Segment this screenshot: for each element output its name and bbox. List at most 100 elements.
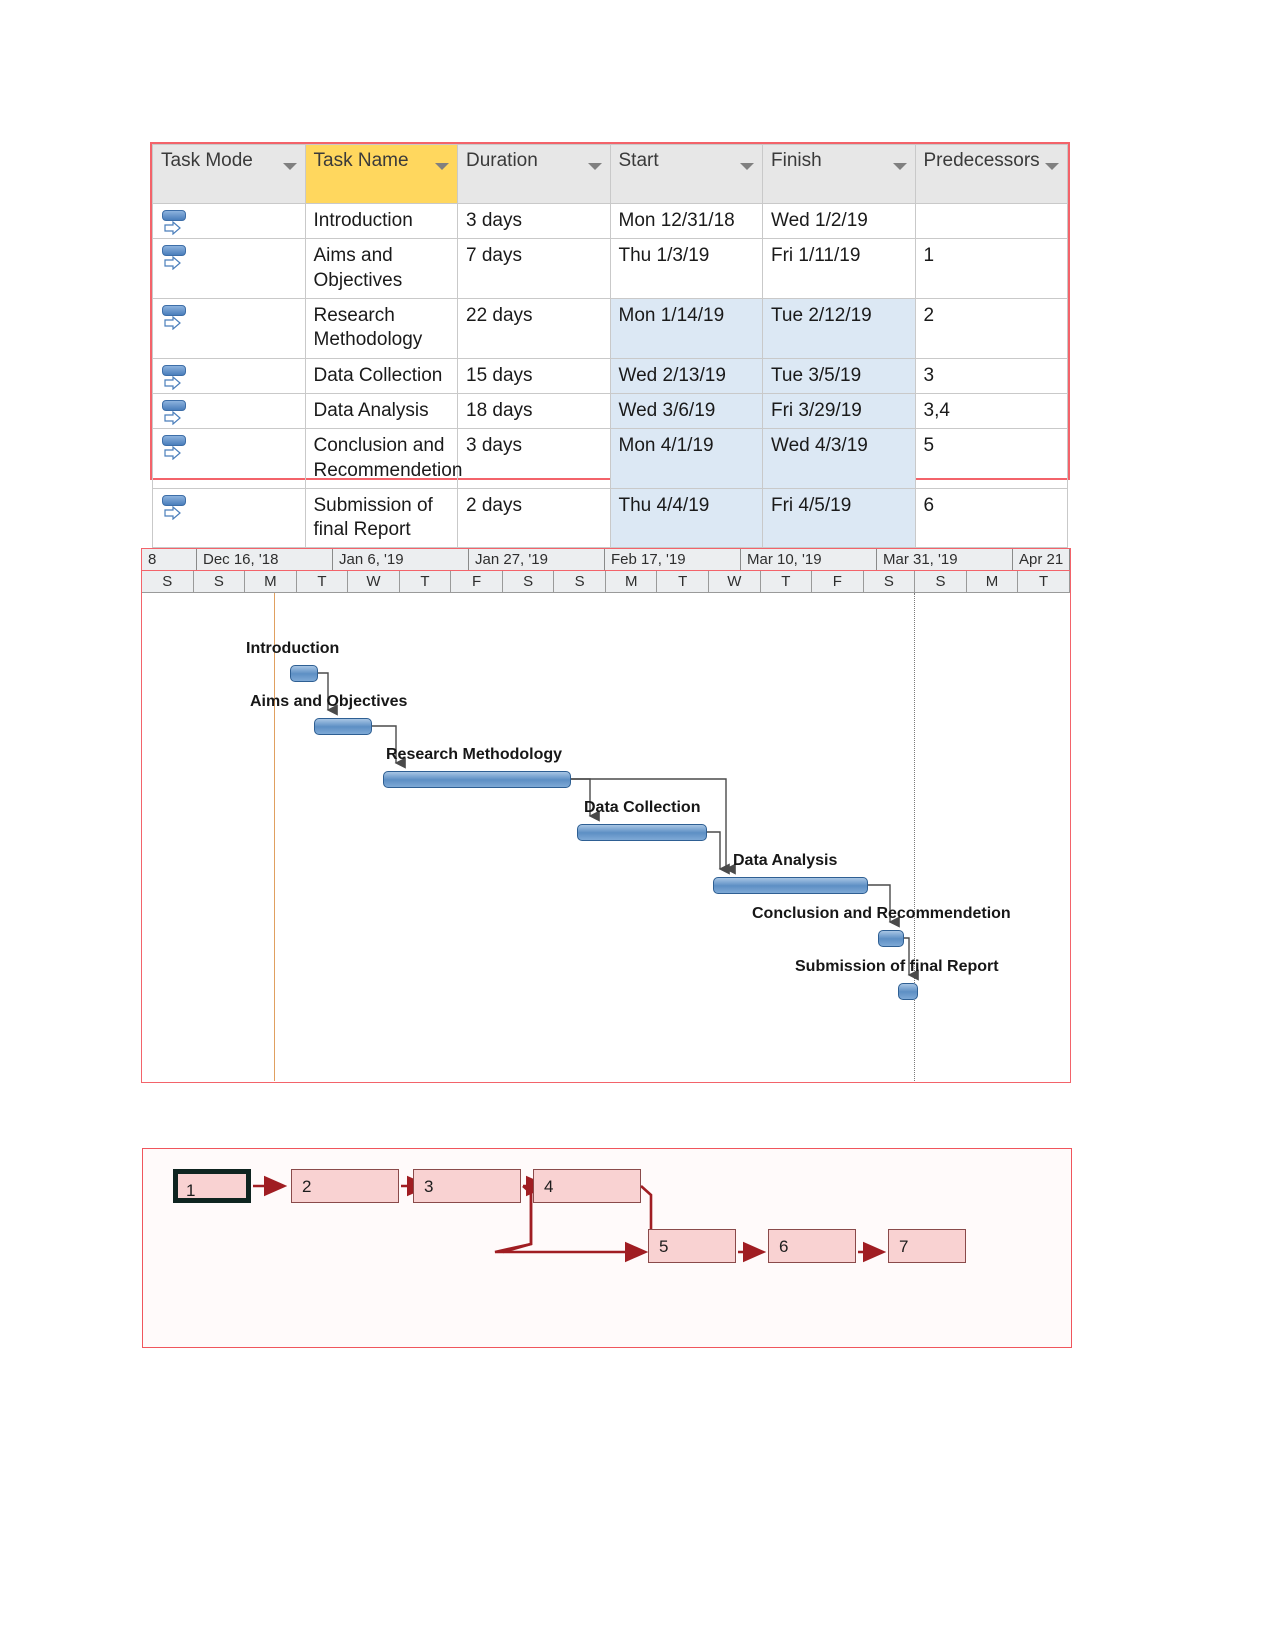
cell-duration[interactable]: 2 days bbox=[457, 487, 611, 549]
cell-task-mode[interactable] bbox=[152, 238, 306, 299]
table-row[interactable]: Data Collection 15 days Wed 2/13/19 Tue 3/5… bbox=[152, 357, 1068, 394]
gantt-bar[interactable] bbox=[713, 877, 868, 894]
cell-finish[interactable]: Fri 3/29/19 bbox=[762, 392, 916, 430]
table-row[interactable]: Submission of final Report 2 days Thu 4/4/… bbox=[152, 487, 1068, 549]
table-row[interactable]: Research Methodology 22 days Mon 1/14/19 Tu… bbox=[152, 297, 1068, 359]
cell-start[interactable]: Mon 1/14/19 bbox=[609, 297, 763, 359]
chevron-down-icon[interactable] bbox=[740, 163, 754, 170]
cell-task-name[interactable]: Submission of final Report bbox=[304, 487, 458, 549]
cell-task-mode[interactable] bbox=[152, 487, 306, 549]
network-node[interactable]: 3 bbox=[413, 1169, 521, 1203]
cell-predecessors[interactable]: 2 bbox=[914, 297, 1068, 359]
cell-predecessors[interactable]: 3 bbox=[914, 357, 1068, 394]
gantt-bar[interactable] bbox=[314, 718, 372, 735]
cell-task-mode[interactable] bbox=[152, 297, 306, 359]
column-header-label: Duration bbox=[466, 150, 538, 171]
gantt-bar[interactable] bbox=[383, 771, 571, 788]
timeline-major-row: 8 Dec 16, '18 Jan 6, '19 Jan 27, '19 Feb 17,… bbox=[142, 549, 1070, 571]
cell-start[interactable]: Wed 2/13/19 bbox=[609, 357, 763, 394]
cell-duration[interactable]: 15 days bbox=[457, 357, 611, 394]
cell-finish[interactable]: Wed 1/2/19 bbox=[762, 202, 916, 240]
timeline-major-cell: Dec 16, '18 bbox=[197, 549, 333, 570]
cell-task-name[interactable]: Data Analysis bbox=[304, 392, 458, 430]
chevron-down-icon[interactable] bbox=[1045, 163, 1059, 170]
network-node[interactable]: 6 bbox=[768, 1229, 856, 1263]
timeline-minor-cell: M bbox=[966, 571, 1019, 592]
column-header-label: Start bbox=[618, 150, 659, 171]
timeline-minor-cell: T bbox=[760, 571, 813, 592]
cell-finish[interactable]: Tue 2/12/19 bbox=[762, 297, 916, 359]
cell-duration[interactable]: 3 days bbox=[457, 202, 611, 240]
network-node[interactable]: 2 bbox=[291, 1169, 399, 1203]
task-table-body: Introduction 3 days Mon 12/31/18 Wed 1/2/19… bbox=[152, 202, 1068, 549]
cell-predecessors[interactable]: 6 bbox=[914, 487, 1068, 549]
table-row[interactable]: Data Analysis 18 days Wed 3/6/19 Fri 3/29/1… bbox=[152, 392, 1068, 430]
network-node[interactable]: 5 bbox=[648, 1229, 736, 1263]
gantt-bar[interactable] bbox=[290, 665, 318, 682]
gantt-bar-label: Conclusion and Recommendetion bbox=[752, 905, 1011, 922]
chevron-down-icon[interactable] bbox=[282, 163, 297, 170]
gantt-bar[interactable] bbox=[898, 983, 918, 1000]
column-header-task-name[interactable]: Task Name bbox=[304, 144, 458, 204]
timeline-major-cell: Jan 6, '19 bbox=[333, 549, 469, 570]
column-header-finish[interactable]: Finish bbox=[762, 144, 916, 204]
cell-finish[interactable]: Fri 1/11/19 bbox=[762, 238, 916, 299]
cell-finish[interactable]: Fri 4/5/19 bbox=[762, 487, 916, 549]
timeline-minor-cell: F bbox=[451, 571, 503, 592]
cell-task-name[interactable]: Aims and Objectives bbox=[304, 238, 458, 299]
network-node[interactable]: 1 bbox=[173, 1169, 251, 1203]
cell-predecessors[interactable] bbox=[914, 202, 1068, 240]
column-header-predecessors[interactable]: Predecessors bbox=[914, 144, 1068, 204]
gantt-bar-label: Research Methodology bbox=[386, 746, 563, 763]
cell-task-name[interactable]: Data Collection bbox=[304, 357, 458, 394]
cell-finish[interactable]: Wed 4/3/19 bbox=[762, 428, 916, 489]
cell-start[interactable]: Mon 4/1/19 bbox=[609, 428, 763, 489]
gantt-bar-label: Aims and Objectives bbox=[250, 693, 408, 710]
cell-start[interactable]: Wed 3/6/19 bbox=[609, 392, 763, 430]
column-header-label: Task Mode bbox=[161, 150, 253, 171]
cell-duration[interactable]: 18 days bbox=[457, 392, 611, 430]
timeline-minor-cell: T bbox=[399, 571, 452, 592]
gantt-bar-label: Introduction bbox=[246, 640, 340, 657]
table-row[interactable]: Introduction 3 days Mon 12/31/18 Wed 1/2/19 bbox=[152, 202, 1068, 240]
cell-predecessors[interactable]: 5 bbox=[914, 428, 1068, 489]
cell-start[interactable]: Mon 12/31/18 bbox=[609, 202, 763, 240]
table-row[interactable]: Aims and Objectives 7 days Thu 1/3/19 Fri 1… bbox=[152, 238, 1068, 299]
table-row[interactable]: Conclusion and Recommendetion 3 days Mon 4… bbox=[152, 428, 1068, 489]
cell-duration[interactable]: 3 days bbox=[457, 428, 611, 489]
timeline-minor-cell: M bbox=[605, 571, 658, 592]
chevron-down-icon[interactable] bbox=[435, 163, 449, 170]
chevron-down-icon[interactable] bbox=[892, 163, 907, 170]
chevron-down-icon[interactable] bbox=[587, 163, 602, 170]
column-header-duration[interactable]: Duration bbox=[457, 144, 611, 204]
cell-task-mode[interactable] bbox=[152, 202, 306, 240]
network-diagram-panel: 1 234567 bbox=[142, 1148, 1072, 1348]
timeline-minor-cell: S bbox=[502, 571, 555, 592]
cell-task-mode[interactable] bbox=[152, 428, 306, 489]
cell-task-mode[interactable] bbox=[152, 357, 306, 394]
cell-task-name[interactable]: Research Methodology bbox=[304, 297, 458, 359]
cell-predecessors[interactable]: 1 bbox=[914, 238, 1068, 299]
timeline-major-cell: 8 bbox=[142, 549, 197, 570]
network-node[interactable]: 4 bbox=[533, 1169, 641, 1203]
cell-duration[interactable]: 7 days bbox=[457, 238, 611, 299]
network-node[interactable]: 7 bbox=[888, 1229, 966, 1263]
task-table: Task Mode Task Name Duration Start Finis… bbox=[152, 144, 1068, 549]
gantt-bar[interactable] bbox=[878, 930, 904, 947]
cell-task-name[interactable]: Conclusion and Recommendetion bbox=[304, 428, 462, 489]
timeline-minor-cell: S bbox=[193, 571, 246, 592]
gantt-bar[interactable] bbox=[577, 824, 707, 841]
cell-start[interactable]: Thu 4/4/19 bbox=[609, 487, 763, 549]
gantt-chart-panel: 8 Dec 16, '18 Jan 6, '19 Jan 27, '19 Feb 17,… bbox=[141, 548, 1071, 1083]
cell-duration[interactable]: 22 days bbox=[457, 297, 611, 359]
cell-predecessors[interactable]: 3,4 bbox=[914, 392, 1068, 430]
gantt-bar-label: Data Analysis bbox=[733, 852, 838, 869]
column-header-start[interactable]: Start bbox=[609, 144, 763, 204]
cell-task-mode[interactable] bbox=[152, 392, 306, 430]
gantt-canvas: Introduction Aims and Objectives Research … bbox=[142, 593, 1070, 1081]
cell-task-name[interactable]: Introduction bbox=[304, 202, 458, 240]
timeline-minor-cell: T bbox=[657, 571, 710, 592]
column-header-task-mode[interactable]: Task Mode bbox=[152, 144, 306, 204]
cell-start[interactable]: Thu 1/3/19 bbox=[609, 238, 763, 299]
cell-finish[interactable]: Tue 3/5/19 bbox=[762, 357, 916, 394]
